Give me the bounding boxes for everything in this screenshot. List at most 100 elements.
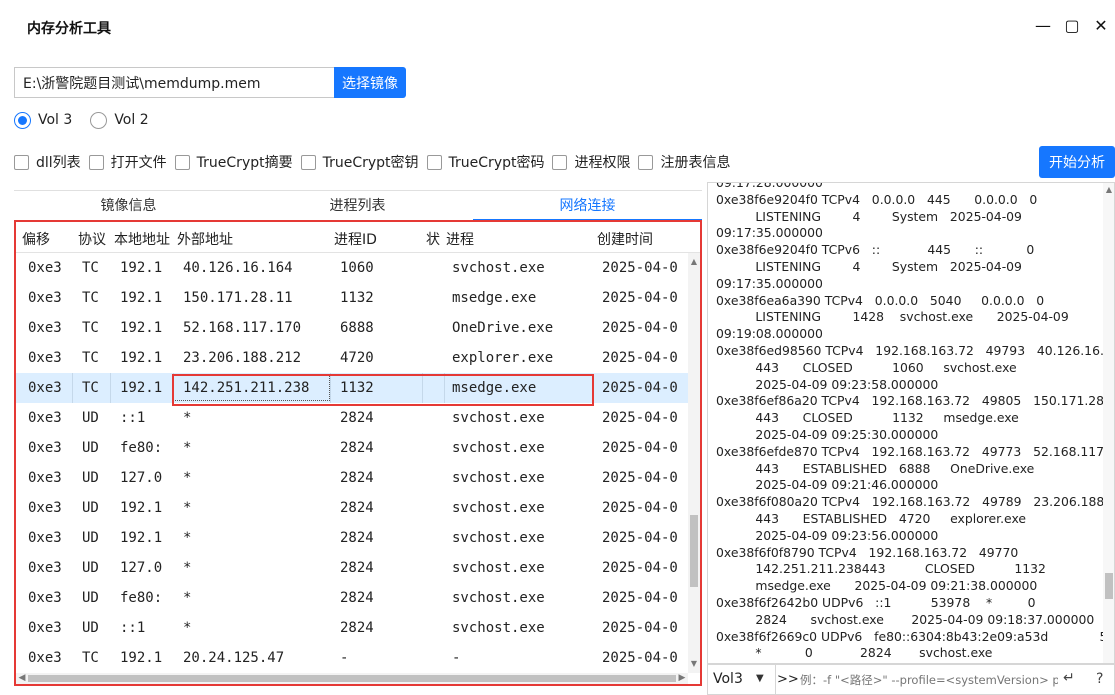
cell-foreign-address[interactable]: * [183,470,191,486]
cell-offset[interactable]: 0xe3 [28,650,62,666]
option-registry-info[interactable]: 注册表信息 [638,152,730,172]
option-process-privileges[interactable]: 进程权限 [552,152,630,172]
radio-vol2-indicator[interactable] [90,111,108,129]
close-icon[interactable]: ✕ [1089,14,1113,38]
cell-protocol[interactable]: UD [82,440,99,456]
cell-protocol[interactable]: UD [82,410,99,426]
cell-local-address[interactable]: 127.0 [120,560,162,576]
table-row[interactable]: 0xe3 UD fe80: * 2824 svchost.exe 2025-04-0 [16,433,688,463]
cell-pid[interactable]: 2824 [340,500,374,516]
cell-foreign-address[interactable]: 150.171.28.11 [183,290,293,306]
cell-foreign-address[interactable]: * [183,590,191,606]
cell-protocol[interactable]: UD [82,470,99,486]
cell-created[interactable]: 2025-04-0 [602,440,678,456]
cell-local-address[interactable]: 192.1 [120,350,162,366]
option-process-privileges-checkbox[interactable] [552,154,568,170]
cell-process[interactable]: svchost.exe [452,410,545,426]
column-header-created[interactable]: 创建时间 [597,229,653,249]
cell-process[interactable]: OneDrive.exe [452,320,553,336]
cell-created[interactable]: 2025-04-0 [602,260,678,276]
option-truecrypt-summary[interactable]: TrueCrypt摘要 [174,152,293,172]
output-log-panel[interactable]: 09:17:28.000000 0xe38f6e9204f0 TCPv4 0.0.… [707,182,1115,664]
cell-protocol[interactable]: TC [82,290,99,306]
cell-foreign-address[interactable]: * [183,410,191,426]
cell-pid[interactable]: 6888 [340,320,374,336]
cell-created[interactable]: 2025-04-0 [602,350,678,366]
option-truecrypt-summary-checkbox[interactable] [174,154,190,170]
table-row[interactable]: 0xe3 TC 192.1 150.171.28.11 1132 msedge.exe 20… [16,283,688,313]
command-input[interactable] [800,669,1058,691]
table-row[interactable]: 0xe3 TC 192.1 40.126.16.164 1060 svchost.exe 2… [16,253,688,283]
cell-foreign-address[interactable]: * [183,440,191,456]
option-truecrypt-key-checkbox[interactable] [300,154,316,170]
cell-created[interactable]: 2025-04-0 [602,500,678,516]
table-row[interactable]: 0xe3 TC 192.1 20.24.125.47 - - 2025-04-0 [16,643,688,673]
output-scrollbar[interactable]: ▲ [1103,183,1114,663]
table-row[interactable]: 0xe3 UD::1 * 2824 svchost.exe 2025-04-0 [16,403,688,433]
help-icon[interactable]: ? [1096,671,1103,687]
option-truecrypt-password-checkbox[interactable] [426,154,442,170]
table-horizontal-scrollbar[interactable]: ◀ ▶ [16,673,688,684]
table-vertical-scroll-thumb[interactable] [690,515,698,587]
cell-offset[interactable]: 0xe3 [28,620,62,636]
table-row[interactable]: 0xe3 UD 127.0 * 2824 svchost.exe 2025-04-0 [16,463,688,493]
cell-created[interactable]: 2025-04-0 [602,380,678,396]
cell-pid[interactable]: 2824 [340,410,374,426]
radio-vol2[interactable]: Vol 2 [90,111,149,129]
table-vertical-scrollbar[interactable]: ▲ ▼ [688,253,700,673]
cell-protocol[interactable]: TC [82,380,99,396]
cell-offset[interactable]: 0xe3 [28,470,62,486]
cell-offset[interactable]: 0xe3 [28,350,62,366]
cell-local-address[interactable]: 192.1 [120,290,162,306]
enter-icon[interactable]: ↵ [1063,670,1075,686]
cell-foreign-address[interactable]: * [183,560,191,576]
cell-foreign-address[interactable]: * [183,620,191,636]
option-truecrypt-key[interactable]: TrueCrypt密钥 [300,152,419,172]
cell-offset[interactable]: 0xe3 [28,260,62,276]
cell-protocol[interactable]: UD [82,590,99,606]
cell-pid[interactable]: 2824 [340,620,374,636]
column-header-offset[interactable]: 偏移 [22,229,50,249]
cell-protocol[interactable]: UD [82,620,99,636]
cell-created[interactable]: 2025-04-0 [602,290,678,306]
cell-offset[interactable]: 0xe3 [28,410,62,426]
cell-created[interactable]: 2025-04-0 [602,650,678,666]
cell-offset[interactable]: 0xe3 [28,320,62,336]
cell-offset[interactable]: 0xe3 [28,500,62,516]
column-header-foreign-address[interactable]: 外部地址 [177,229,233,249]
cell-process[interactable]: svchost.exe [452,620,545,636]
scroll-up-arrow-icon[interactable]: ▲ [688,257,700,266]
cell-process[interactable]: msedge.exe [452,290,536,306]
cell-local-address[interactable]: 192.1 [120,530,162,546]
cell-pid[interactable]: 1132 [340,290,374,306]
cell-local-address[interactable]: 192.1 [120,500,162,516]
cell-process[interactable]: svchost.exe [452,560,545,576]
image-path-input[interactable] [14,67,334,98]
cell-foreign-address[interactable]: 40.126.16.164 [183,260,293,276]
cell-foreign-address[interactable]: 23.206.188.212 [183,350,301,366]
output-scroll-up-icon[interactable]: ▲ [1103,185,1114,194]
command-version-select[interactable]: Vol3 [713,671,743,687]
cell-created[interactable]: 2025-04-0 [602,620,678,636]
cell-pid[interactable]: 2824 [340,530,374,546]
cell-protocol[interactable]: TC [82,320,99,336]
cell-protocol[interactable]: TC [82,260,99,276]
cell-pid[interactable]: - [340,650,348,666]
option-dll-list-checkbox[interactable] [14,154,29,170]
cell-local-address[interactable]: 127.0 [120,470,162,486]
minimize-icon[interactable]: — [1031,14,1055,38]
tab-network-connections[interactable]: 网络连接 [473,191,702,221]
table-row[interactable]: 0xe3 TC 192.1 52.168.117.170 6888 OneDrive.ex… [16,313,688,343]
table-horizontal-scroll-thumb[interactable] [28,675,676,682]
column-header-local-address[interactable]: 本地地址 [114,229,170,249]
option-open-files-checkbox[interactable] [88,154,104,170]
cell-created[interactable]: 2025-04-0 [602,560,678,576]
cell-created[interactable]: 2025-04-0 [602,320,678,336]
cell-offset[interactable]: 0xe3 [28,530,62,546]
cell-offset[interactable]: 0xe3 [28,290,62,306]
chevron-down-icon[interactable]: ▼ [756,673,764,684]
cell-local-address[interactable]: 192.1 [120,650,162,666]
column-header-state[interactable]: 状 [426,229,440,249]
cell-foreign-address[interactable]: 20.24.125.47 [183,650,284,666]
cell-process[interactable]: svchost.exe [452,590,545,606]
